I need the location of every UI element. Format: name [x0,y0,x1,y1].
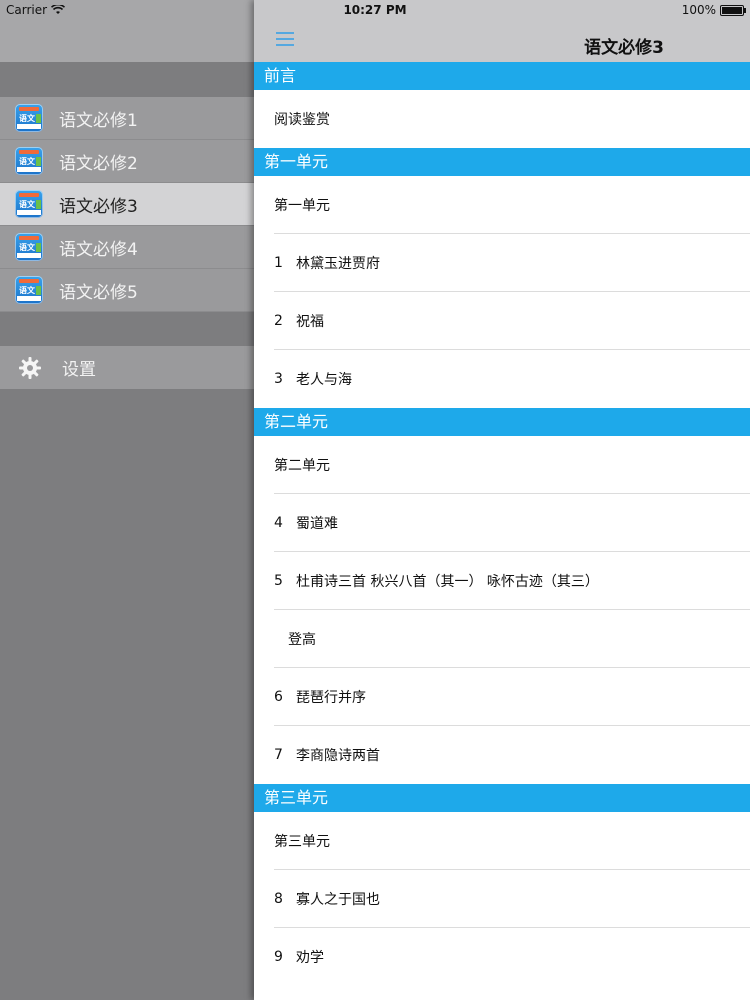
book-icon: 语文 [15,233,43,261]
sidebar-item-settings[interactable]: 设置 [0,346,254,389]
chapter-title: 登高 [288,632,316,648]
chapter-title: 蜀道难 [296,516,338,532]
chapter-title: 杜甫诗三首 秋兴八首（其一） 咏怀古迹（其三） [296,574,599,590]
chapter-number: 7 [274,747,283,763]
chapter-number: 6 [274,689,283,705]
chapter-number: 8 [274,891,283,907]
chapter-number: 1 [274,255,283,271]
book-icon: 语文 [15,190,43,218]
settings-label: 设置 [62,360,96,380]
battery-icon [720,4,746,16]
chapter-title: 第二单元 [274,458,330,474]
chapter-row[interactable]: 6 琵琶行并序 [254,668,750,726]
chapter-title: 第三单元 [274,834,330,850]
book-icon: 语文 [15,147,43,175]
chapter-row[interactable]: 第一单元 [254,176,750,234]
chapter-row[interactable]: 2 祝福 [254,292,750,350]
chapter-number: 3 [274,371,283,387]
status-bar: Carrier 10:27 PM 100% [0,0,750,20]
chapter-row[interactable]: 5 杜甫诗三首 秋兴八首（其一） 咏怀古迹（其三） [254,552,750,610]
chapter-row[interactable]: 第三单元 [254,812,750,870]
chapter-row[interactable]: 阅读鉴赏 [254,90,750,148]
chapter-title: 第一单元 [274,198,330,214]
chapter-row[interactable]: 登高 [254,610,750,668]
chapter-title: 劝学 [296,950,324,966]
sidebar-book-list: 语文 语文必修1 语文 语文必修2 语文 语文必修3 语文 语文必修4 语文 语文必修5 [0,97,254,312]
status-time: 10:27 PM [343,3,407,17]
sidebar-item-label: 语文必修4 [59,239,138,260]
sidebar-item-book-2[interactable]: 语文 语文必修2 [0,140,254,183]
sidebar-item-label: 语文必修5 [59,282,138,303]
chapter-row[interactable]: 9 劝学 [254,928,750,986]
sidebar-item-book-1[interactable]: 语文 语文必修1 [0,97,254,140]
main-panel: 语文必修3 前言 阅读鉴赏 第一单元 第一单元 1 林黛玉进贾府 2 祝福 3 老人与海 第二单元第… [254,0,750,1000]
section-header: 第一单元 [254,148,750,176]
section-header: 第三单元 [254,784,750,812]
sidebar-item-label: 语文必修2 [59,153,138,174]
chapter-row[interactable]: 第二单元 [254,436,750,494]
battery-percent: 100% [681,3,716,17]
sidebar: 语文 语文必修1 语文 语文必修2 语文 语文必修3 语文 语文必修4 语文 语文必修5 设置 [0,0,254,1000]
section-header: 第二单元 [254,408,750,436]
hamburger-icon[interactable] [276,32,294,46]
chapter-title: 老人与海 [296,372,352,388]
chapter-row[interactable]: 3 老人与海 [254,350,750,408]
sidebar-item-label: 语文必修3 [59,196,138,217]
chapter-row[interactable]: 8 寡人之于国也 [254,870,750,928]
chapter-row[interactable]: 1 林黛玉进贾府 [254,234,750,292]
sidebar-item-book-5[interactable]: 语文 语文必修5 [0,269,254,312]
chapter-title: 琵琶行并序 [296,690,366,706]
chapter-title: 李商隐诗两首 [296,748,380,764]
book-icon: 语文 [15,276,43,304]
chapter-number: 2 [274,313,283,329]
chapter-number: 9 [274,949,283,965]
chapter-title: 寡人之于国也 [296,892,380,908]
chapter-number: 5 [274,573,283,589]
page-title: 语文必修3 [584,38,664,58]
section-header: 前言 [254,62,750,90]
sidebar-item-book-4[interactable]: 语文 语文必修4 [0,226,254,269]
chapter-list: 前言 阅读鉴赏 第一单元 第一单元 1 林黛玉进贾府 2 祝福 3 老人与海 第二单元 第二单元 4 蜀道… [254,62,750,986]
chapter-row[interactable]: 7 李商隐诗两首 [254,726,750,784]
chapter-number: 4 [274,515,283,531]
battery-fill [722,6,742,14]
chapter-title: 林黛玉进贾府 [296,256,380,272]
book-icon: 语文 [15,104,43,132]
battery-indicator: 100% [681,3,746,17]
gear-icon [19,356,41,379]
chapter-title: 阅读鉴赏 [274,112,330,128]
sidebar-item-book-3[interactable]: 语文 语文必修3 [0,183,254,226]
chapter-row[interactable]: 4 蜀道难 [254,494,750,552]
chapter-title: 祝福 [296,314,324,330]
sidebar-item-label: 语文必修1 [59,110,138,131]
